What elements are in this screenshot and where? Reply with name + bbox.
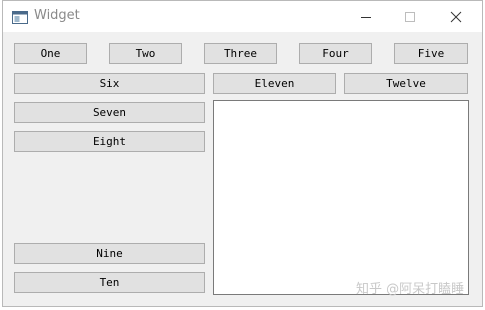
ten-button[interactable]: Ten	[14, 272, 205, 293]
two-button[interactable]: Two	[109, 43, 182, 64]
minimize-icon	[360, 11, 372, 23]
text-edit-area[interactable]	[213, 100, 469, 295]
four-button[interactable]: Four	[299, 43, 372, 64]
eleven-button[interactable]: Eleven	[213, 73, 336, 94]
one-button[interactable]: One	[14, 43, 87, 64]
maximize-button[interactable]	[388, 1, 432, 32]
eight-button[interactable]: Eight	[14, 131, 205, 152]
window-title: Widget	[34, 8, 80, 23]
main-window: Widget One Two Three Four Five Six Eleve…	[2, 0, 483, 307]
close-icon	[450, 11, 462, 23]
twelve-button[interactable]: Twelve	[344, 73, 468, 94]
close-button[interactable]	[434, 1, 478, 32]
nine-button[interactable]: Nine	[14, 243, 205, 264]
watermark-text: 知乎 @阿呆打瞌睡	[356, 282, 465, 297]
title-bar[interactable]: Widget	[3, 1, 482, 32]
seven-button[interactable]: Seven	[14, 102, 205, 123]
five-button[interactable]: Five	[394, 43, 468, 64]
three-button[interactable]: Three	[204, 43, 277, 64]
app-window-icon	[12, 9, 28, 24]
minimize-button[interactable]	[344, 1, 388, 32]
six-button[interactable]: Six	[14, 73, 205, 94]
maximize-icon	[404, 11, 416, 23]
